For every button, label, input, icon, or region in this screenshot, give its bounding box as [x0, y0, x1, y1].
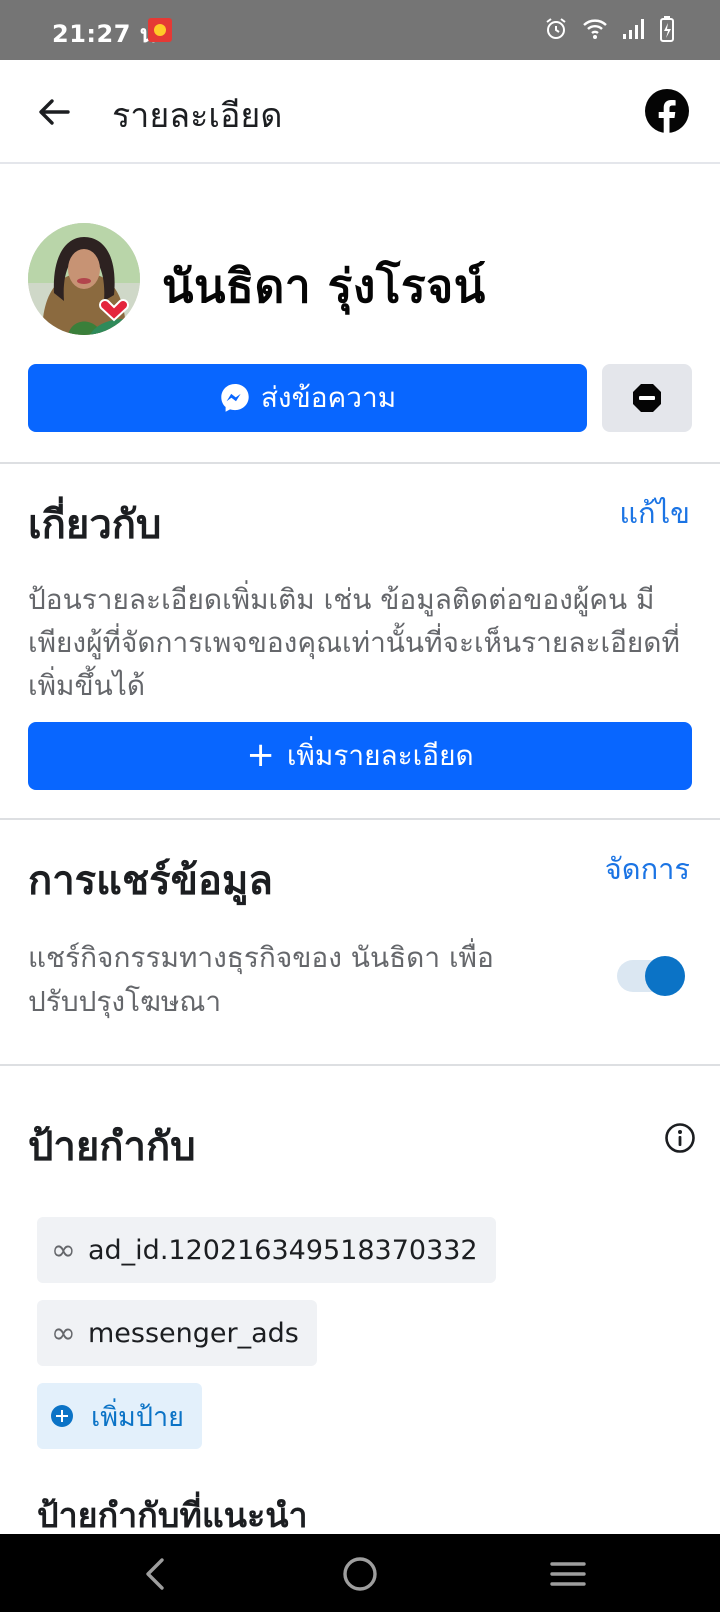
divider [0, 462, 720, 464]
about-description: ป้อนรายละเอียดเพิ่มเติม เช่น ข้อมูลติดต่… [28, 583, 680, 702]
page-title: รายละเอียด [112, 96, 283, 136]
battery-icon [660, 16, 674, 42]
app-notification-icon [148, 18, 172, 42]
status-bar: 21:27 น. [0, 0, 720, 60]
plus-icon: + [246, 734, 275, 775]
infinity-icon: ∞ [51, 1315, 76, 1351]
add-details-label: เพิ่มรายละเอียด [286, 739, 474, 772]
data-sharing-title: การแชร์ข้อมูล [28, 858, 273, 904]
send-message-button[interactable]: ส่งข้อความ [28, 364, 587, 432]
facebook-logo-icon[interactable] [644, 88, 690, 134]
wifi-icon [583, 19, 607, 39]
alarm-icon [546, 18, 566, 39]
divider [0, 1064, 720, 1066]
plus-circle-icon [51, 1405, 73, 1427]
label-chip[interactable]: ∞ messenger_ads [37, 1300, 317, 1366]
manage-link[interactable]: จัดการ [605, 846, 690, 892]
info-icon[interactable] [664, 1122, 696, 1154]
status-icons [544, 16, 674, 42]
data-sharing-toggle[interactable] [617, 956, 685, 996]
add-details-button[interactable]: + เพิ่มรายละเอียด [28, 722, 692, 790]
messenger-icon [221, 384, 249, 412]
divider [0, 818, 720, 820]
about-title: เกี่ยวกับ [28, 502, 162, 548]
labels-title: ป้ายกำกับ [28, 1124, 196, 1170]
toggle-knob [645, 956, 685, 996]
profile-name: นันธิดา รุ่งโรจน์ [162, 259, 486, 313]
add-label-text: เพิ่มป้าย [91, 1401, 184, 1433]
edit-about-link[interactable]: แก้ไข [619, 490, 690, 536]
block-icon [633, 384, 661, 412]
infinity-icon: ∞ [51, 1232, 76, 1268]
signal-icon [623, 19, 644, 39]
system-nav-bar [0, 1534, 720, 1612]
avatar[interactable] [28, 223, 140, 335]
nav-back-icon[interactable] [140, 1554, 170, 1594]
nav-home-icon[interactable] [340, 1554, 380, 1594]
label-chip-text: ad_id.120216349518370332 [88, 1234, 478, 1266]
data-sharing-description: แชร์กิจกรรมทางธุรกิจของ นันธิดา เพื่อปรั… [28, 941, 494, 1018]
app-bar: รายละเอียด [0, 60, 720, 164]
label-chip[interactable]: ∞ ad_id.120216349518370332 [37, 1217, 496, 1283]
back-arrow-icon[interactable] [32, 90, 76, 134]
block-button[interactable] [602, 364, 692, 432]
nav-recents-icon[interactable] [548, 1554, 588, 1594]
label-chip-text: messenger_ads [88, 1317, 299, 1349]
send-message-label: ส่งข้อความ [260, 381, 397, 414]
add-label-button[interactable]: เพิ่มป้าย [37, 1383, 202, 1449]
